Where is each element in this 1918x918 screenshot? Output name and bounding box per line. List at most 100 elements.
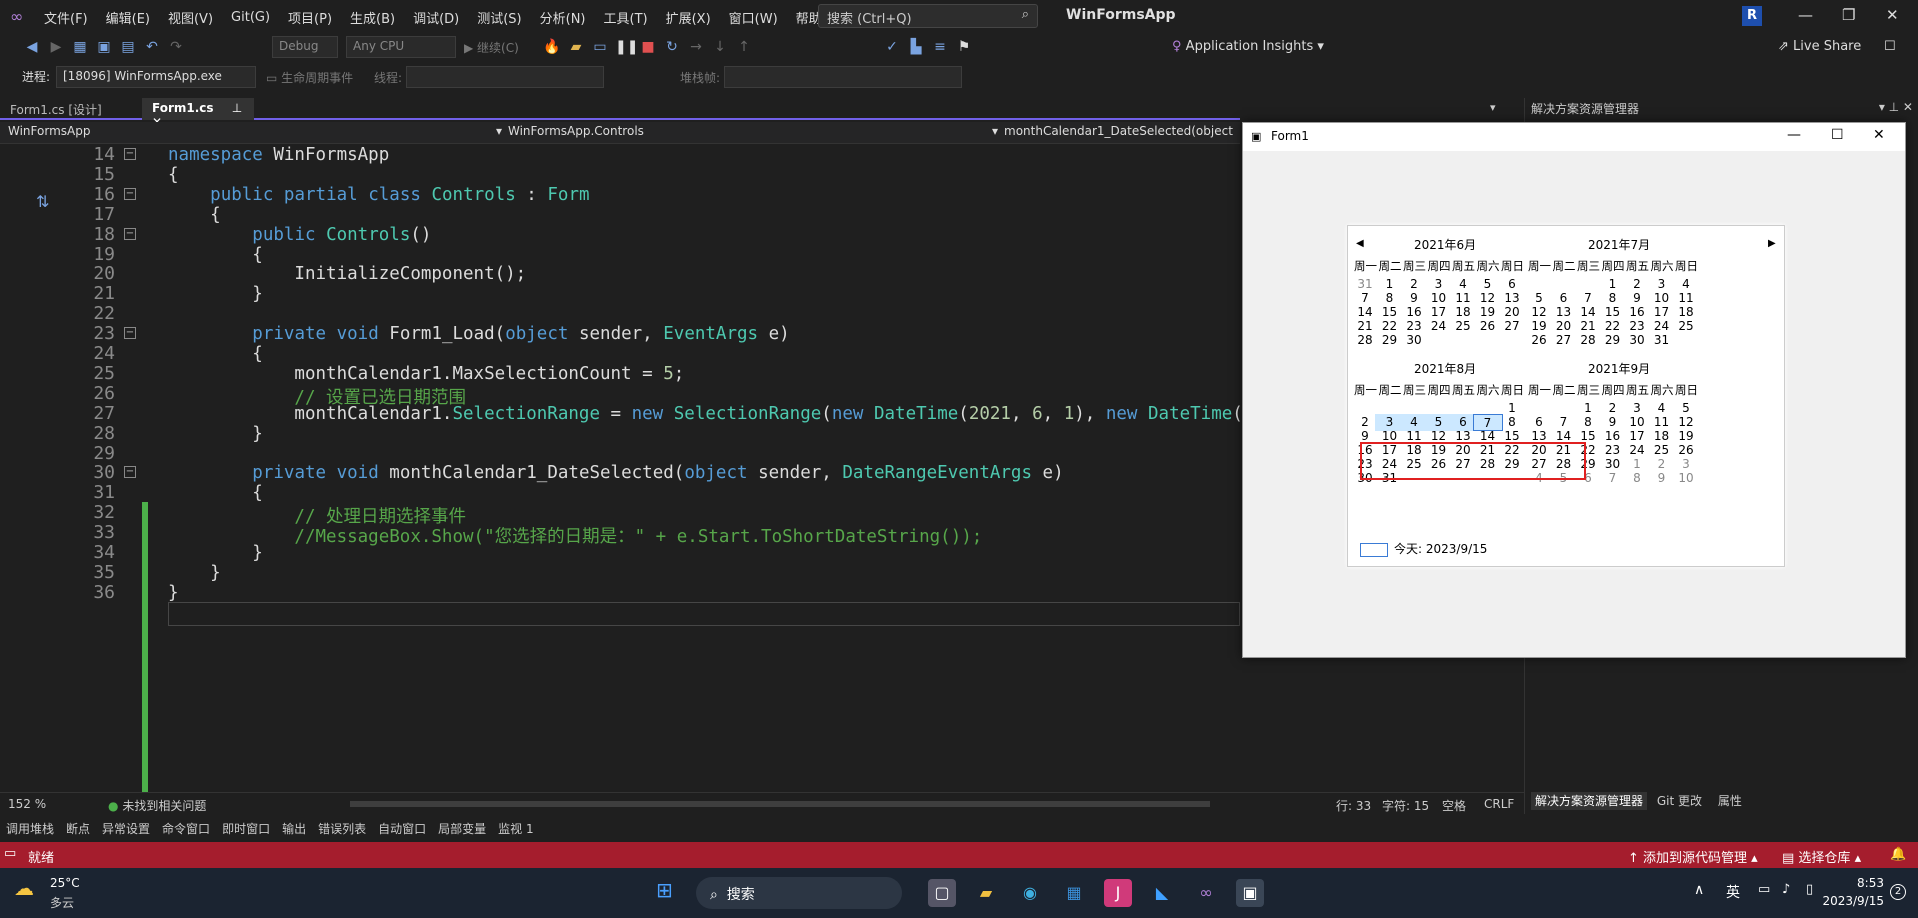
select-repo-button[interactable]: ▤ 选择仓库 ▴ — [1782, 847, 1861, 866]
menu-item[interactable]: 窗口(W) — [729, 8, 778, 27]
stop-icon[interactable]: ■ — [639, 38, 657, 56]
thread-select[interactable] — [406, 66, 604, 88]
tab-form1-code[interactable]: Form1.cs ⊥ ✕ — [142, 98, 254, 129]
minimize-icon[interactable]: — — [1798, 6, 1813, 24]
zoom-select[interactable]: 152 % — [8, 797, 46, 811]
forward-icon[interactable]: ▶ — [47, 38, 65, 56]
network-icon[interactable]: ▭ — [1758, 882, 1770, 897]
fold-toggle-icon[interactable]: − — [124, 227, 136, 240]
start-icon[interactable]: ⊞ — [656, 878, 673, 902]
code-line[interactable]: } — [168, 563, 221, 583]
add-source-control-button[interactable]: ↑ 添加到源代码管理 ▴ — [1628, 847, 1758, 866]
form-maximize-icon[interactable]: ☐ — [1831, 127, 1844, 143]
clock-date[interactable]: 2023/9/15 — [1810, 894, 1884, 908]
file-explorer-icon[interactable]: ▰ — [972, 879, 1000, 907]
panel-controls-icon[interactable]: ▾ ⊥ ✕ — [1879, 100, 1913, 114]
edge-icon[interactable]: ◉ — [1016, 879, 1044, 907]
back-icon[interactable]: ◀ — [23, 38, 41, 56]
avatar[interactable]: R — [1742, 6, 1762, 26]
class-select[interactable]: WinFormsApp.Controls ▾ — [508, 124, 998, 142]
code-line[interactable]: { — [168, 483, 263, 503]
code-line[interactable]: } — [168, 543, 263, 563]
winforms-app-icon[interactable]: ▣ — [1236, 879, 1264, 907]
menu-item[interactable]: 工具(T) — [604, 8, 648, 27]
tool-window-tab[interactable]: 异常设置 — [102, 820, 150, 837]
restart-icon[interactable]: ↻ — [663, 38, 681, 56]
vscode-icon[interactable]: ◣ — [1148, 879, 1176, 907]
fold-toggle-icon[interactable]: − — [124, 327, 136, 340]
lifecycle-events-button[interactable]: ▭ 生命周期事件 — [266, 69, 353, 86]
step-into-icon[interactable]: ↓ — [711, 38, 729, 56]
menu-item[interactable]: 编辑(E) — [106, 8, 150, 27]
weather-icon[interactable]: ☁ — [14, 876, 34, 900]
menu-item[interactable]: 分析(N) — [540, 8, 586, 27]
format-icon[interactable]: ▙ — [907, 38, 925, 56]
issues-indicator[interactable]: ● 未找到相关问题 — [108, 797, 206, 814]
tab-properties[interactable]: 属性 — [1718, 794, 1742, 808]
tool-window-tab[interactable]: 局部变量 — [438, 820, 486, 837]
folder-icon[interactable]: ▰ — [567, 38, 585, 56]
tool-window-tab[interactable]: 命令窗口 — [162, 820, 210, 837]
tool-window-tab[interactable]: 错误列表 — [318, 820, 366, 837]
month-header[interactable]: 2021年6月 — [1414, 236, 1476, 253]
clock-time[interactable]: 8:53 — [1832, 876, 1884, 890]
month-calendar[interactable]: ◀ ▶ 2021年6月 周一 周二 周三 周四 周五 周六 周日 31 1 2 3 4 5 6 7 8 9 10 11… — [1347, 225, 1785, 567]
menu-item[interactable]: Git(G) — [231, 10, 270, 25]
horizontal-scrollbar[interactable] — [350, 801, 1210, 807]
code-line[interactable]: } — [168, 424, 263, 444]
calendar-day[interactable]: 27 — [1497, 318, 1527, 335]
calendar-day[interactable]: 10 — [1671, 470, 1701, 487]
code-line[interactable]: public Controls() — [168, 225, 431, 245]
tab-git-changes[interactable]: Git 更改 — [1657, 794, 1702, 808]
output-icon[interactable]: ▭ — [4, 846, 16, 861]
form-minimize-icon[interactable]: — — [1787, 127, 1801, 143]
code-line[interactable]: private void monthCalendar1_DateSelected… — [168, 463, 1063, 483]
notification-badge[interactable]: 2 — [1890, 884, 1906, 900]
whitespace-indicator[interactable]: 空格 — [1442, 797, 1466, 814]
spell-icon[interactable]: ✓ — [883, 38, 901, 56]
tool-window-tab[interactable]: 即时窗口 — [222, 820, 270, 837]
vs-logo-icon[interactable]: ∞ — [10, 7, 23, 26]
menu-item[interactable]: 生成(B) — [350, 8, 395, 27]
step-over-icon[interactable]: → — [687, 38, 705, 56]
fold-toggle-icon[interactable]: − — [124, 466, 136, 479]
next-month-icon[interactable]: ▶ — [1768, 238, 1776, 249]
code-line[interactable]: namespace WinFormsApp — [168, 145, 389, 165]
stackframe-select[interactable] — [724, 66, 962, 88]
eol-indicator[interactable]: CRLF — [1484, 797, 1514, 811]
member-select[interactable]: monthCalendar1_DateSelected(object — [1004, 124, 1240, 142]
redo-icon[interactable]: ↷ — [167, 38, 185, 56]
fold-toggle-icon[interactable]: − — [124, 148, 136, 160]
save-all-icon[interactable]: ▤ — [119, 38, 137, 56]
code-line[interactable]: //MessageBox.Show("您选择的日期是：" + e.Start.T… — [168, 523, 982, 548]
code-line[interactable]: { — [168, 205, 221, 225]
month-header[interactable]: 2021年7月 — [1588, 236, 1650, 253]
step-out-icon[interactable]: ↑ — [735, 38, 753, 56]
form-close-icon[interactable]: ✕ — [1873, 127, 1885, 143]
bookmark-icon[interactable]: ⚑ — [955, 38, 973, 56]
restore-icon[interactable]: ❐ — [1842, 6, 1855, 24]
tray-chevron-icon[interactable]: ∧ — [1694, 882, 1704, 898]
tab-dropdown-icon[interactable]: ▾ — [1490, 101, 1496, 114]
code-line[interactable]: { — [168, 344, 263, 364]
jetbrains-icon[interactable]: J — [1104, 879, 1132, 907]
tab-form1-designer[interactable]: Form1.cs [设计] — [0, 98, 112, 120]
volume-icon[interactable]: ♪ — [1782, 882, 1790, 897]
visual-studio-icon[interactable]: ∞ — [1192, 879, 1220, 907]
close-icon[interactable]: ✕ — [1886, 6, 1899, 24]
layout-icon[interactable]: ▭ — [591, 38, 609, 56]
input-language[interactable]: 英 — [1726, 882, 1740, 902]
tool-window-tab[interactable]: 断点 — [66, 820, 90, 837]
code-editor[interactable]: 14 15 16 17 18 19 20 21 22 23 24 25 26 27 28 29 30 31 32 33… — [0, 144, 1317, 794]
feedback-icon[interactable]: ☐ — [1884, 39, 1896, 54]
application-insights-button[interactable]: ♀ Application Insights ▾ — [1172, 39, 1324, 54]
calendar-day[interactable]: 31 — [1647, 332, 1677, 349]
search-input[interactable]: 搜索 (Ctrl+Q) ⌕ — [818, 4, 1038, 28]
codelens-icon[interactable]: ⇅ — [36, 192, 49, 211]
code-line[interactable]: monthCalendar1.SelectionRange = new Sele… — [168, 404, 1316, 424]
calendar-day[interactable]: 30 — [1399, 332, 1429, 349]
code-line[interactable]: { — [168, 245, 263, 265]
new-item-icon[interactable]: ▦ — [71, 38, 89, 56]
process-select[interactable]: [18096] WinFormsApp.exe — [56, 66, 256, 88]
tool-window-tab[interactable]: 调用堆栈 — [6, 820, 54, 837]
